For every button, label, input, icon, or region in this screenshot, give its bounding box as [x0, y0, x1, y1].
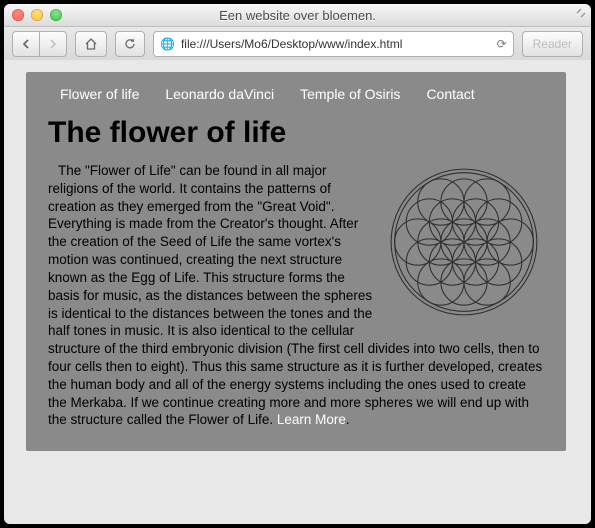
url-text: file:///Users/Mo6/Desktop/www/index.html [181, 37, 491, 51]
nav-link-osiris[interactable]: Temple of Osiris [300, 86, 400, 102]
site-nav: Flower of life Leonardo daVinci Temple o… [26, 72, 566, 110]
back-button[interactable] [12, 31, 40, 57]
titlebar: Een website over bloemen. [4, 4, 591, 27]
browser-window: Een website over bloemen. 🌐 [4, 4, 591, 524]
nav-link-leonardo[interactable]: Leonardo daVinci [165, 86, 274, 102]
nav-buttons [12, 31, 67, 57]
page-title: The flower of life [48, 116, 566, 150]
home-button[interactable] [75, 31, 107, 57]
page-content: Flower of life Leonardo daVinci Temple o… [26, 72, 566, 451]
learn-more-link[interactable]: Learn More [277, 412, 346, 427]
desktop: Een website over bloemen. 🌐 [0, 0, 595, 528]
site-icon: 🌐 [160, 37, 175, 51]
article-body: The "Flower of Life" can be found in all… [26, 162, 566, 429]
reader-button[interactable]: Reader [522, 31, 583, 57]
address-bar[interactable]: 🌐 file:///Users/Mo6/Desktop/www/index.ht… [153, 31, 514, 57]
zoom-button[interactable] [50, 9, 62, 21]
nav-link-flower[interactable]: Flower of life [60, 86, 139, 102]
page-viewport: Flower of life Leonardo daVinci Temple o… [4, 60, 591, 524]
flower-of-life-image [384, 162, 544, 322]
minimize-button[interactable] [31, 9, 43, 21]
nav-link-contact[interactable]: Contact [426, 86, 474, 102]
traffic-lights [12, 9, 62, 21]
close-button[interactable] [12, 9, 24, 21]
reload-icon[interactable]: ⟳ [497, 37, 507, 51]
fullscreen-icon[interactable] [575, 8, 587, 20]
article-period: . [346, 412, 350, 427]
reload-button[interactable] [115, 31, 145, 57]
forward-button[interactable] [40, 31, 67, 57]
window-title: Een website over bloemen. [4, 8, 591, 23]
toolbar: 🌐 file:///Users/Mo6/Desktop/www/index.ht… [4, 27, 591, 62]
